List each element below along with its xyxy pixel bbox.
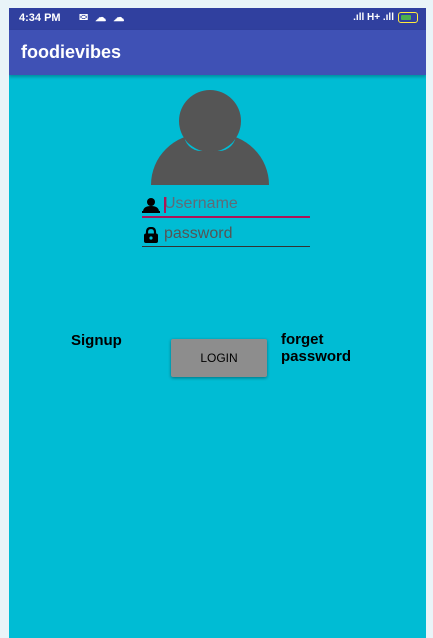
username-input[interactable] [164, 194, 308, 214]
user-icon [142, 198, 160, 213]
status-right: .ıll H+ .ıll [353, 12, 418, 23]
avatar-head [179, 90, 241, 152]
signup-link[interactable]: Signup [71, 332, 122, 349]
signal-icon: .ıll H+ .ıll [353, 12, 394, 23]
status-time: 4:34 PM [19, 12, 61, 24]
app-bar: foodievibes [9, 30, 426, 75]
status-bar: 4:34 PM ✉ ☁ ☁ .ıll H+ .ıll [9, 8, 426, 30]
password-field[interactable] [142, 224, 310, 247]
app-title: foodievibes [21, 42, 122, 62]
battery-icon [398, 12, 418, 23]
username-field[interactable] [142, 194, 310, 218]
password-input[interactable] [164, 224, 308, 244]
text-cursor [164, 197, 166, 213]
forget-password-link[interactable]: forget password [281, 331, 371, 365]
notification-icons: ✉ ☁ ☁ [79, 12, 127, 24]
login-button[interactable]: LOGIN [171, 339, 267, 377]
phone-screen: 4:34 PM ✉ ☁ ☁ .ıll H+ .ıll foodievibes S… [9, 8, 426, 638]
lock-icon [144, 227, 158, 243]
avatar-icon [151, 90, 269, 185]
